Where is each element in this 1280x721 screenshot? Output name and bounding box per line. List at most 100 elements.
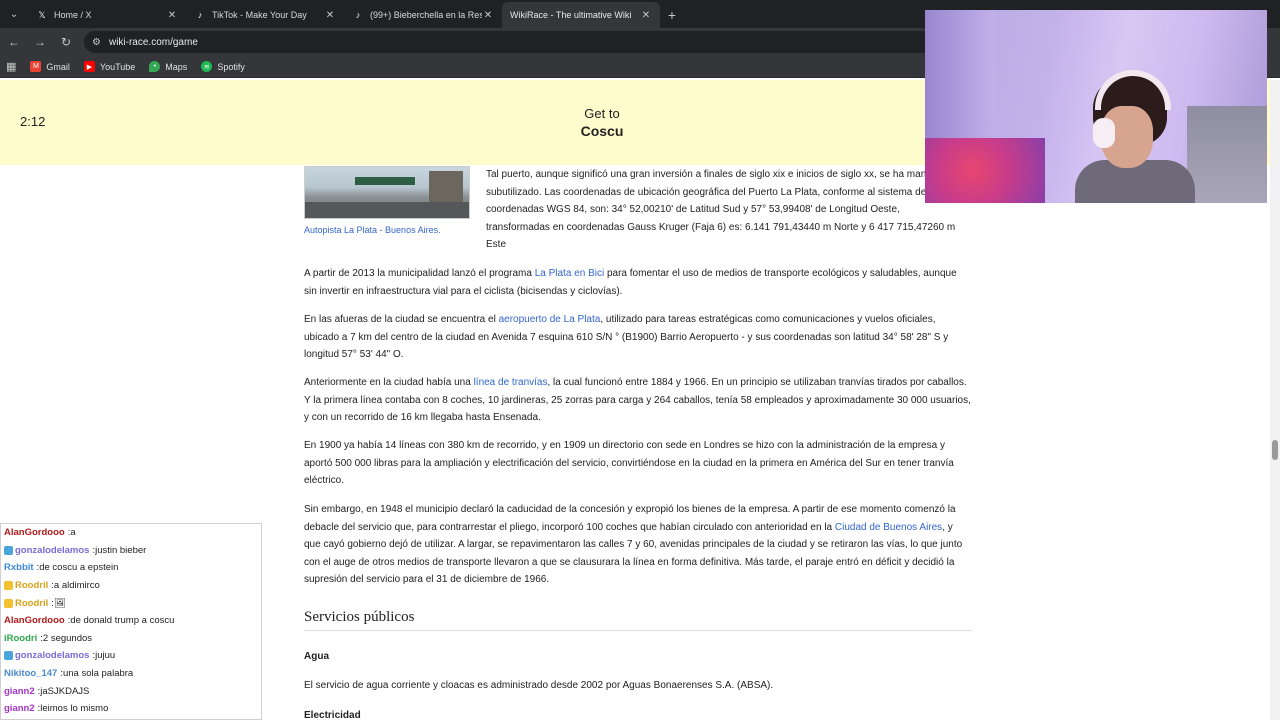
bookmark-gmail[interactable]: M Gmail [30,61,70,72]
tab-title: Home / X [54,10,92,20]
chat-message: giann2: leimos lo mismo [1,700,261,718]
chat-username[interactable]: AlanGordooo [4,527,65,538]
chat-message: giann2: jaSJKDAJS [1,682,261,700]
article-paragraph: En las afueras de la ciudad se encuentra… [304,311,972,364]
chat-username[interactable]: gonzalodelamos [15,545,89,556]
site-info-icon[interactable]: ⚙ [92,37,101,48]
article-image[interactable] [304,166,470,219]
youtube-icon: ▶ [83,61,95,72]
spotify-icon: ≋ [201,61,213,72]
article-paragraph: A partir de 2013 la municipalidad lanzó … [304,265,972,300]
tiktok-icon: ♪ [197,10,203,20]
forward-arrow-icon[interactable]: → [28,30,52,54]
chat-username[interactable]: giann2 [4,686,35,697]
x-logo-icon: 𝕏 [38,9,46,20]
close-icon[interactable]: ✕ [640,10,652,21]
chat-message: AlanGordooo: de donald trump a coscu [1,612,261,630]
chat-username[interactable]: Roodril [15,580,48,591]
chat-text: de coscu a epstein [39,562,119,574]
bookmark-youtube[interactable]: ▶ YouTube [83,61,136,72]
bookmark-label: Maps [165,61,188,72]
tiktok-icon: ♪ [355,10,361,20]
address-bar[interactable]: ⚙ wiki-race.com/game [84,31,944,53]
chat-username[interactable]: AlanGordooo [4,615,65,626]
webcam-pillow [925,138,1045,203]
close-icon[interactable]: ✕ [324,10,336,21]
target-article: Get to Coscu [540,106,664,139]
chat-username[interactable]: iRoodri [4,633,37,644]
maps-pin-icon: • [149,61,161,72]
chat-username[interactable]: Roodril [15,598,48,609]
close-icon[interactable]: ✕ [166,10,178,21]
close-icon[interactable]: ✕ [482,10,494,21]
image-road-sign [355,177,415,185]
apps-grid-icon[interactable]: ▦ [6,60,16,73]
headset-icon [1095,70,1171,110]
gmail-icon: M [30,61,42,72]
article-paragraph: El servicio de agua corriente y cloacas … [304,680,774,691]
article-intro-paragraph: Tal puerto, aunque significó una gran in… [486,169,956,250]
chat-badge-icon [4,581,13,591]
article-link[interactable]: La Plata en Bici [535,268,605,279]
chat-username[interactable]: giann2 [4,703,35,714]
paragraph-text: En 1900 ya había 14 líneas con 380 km de… [304,440,954,486]
chat-message: AlanGordooo: a [1,524,261,542]
tab-wikirace[interactable]: WikiRace - The ultimative Wiki ✕ [502,2,660,28]
chat-badge-icon [4,651,13,661]
new-tab-button[interactable]: + [660,2,684,28]
tab-title: TikTok - Make Your Day [212,10,307,20]
scrollbar-thumb[interactable] [1272,440,1278,460]
article-paragraph: Sin embargo, en 1948 el municipio declar… [304,501,972,589]
tab-home-x[interactable]: 𝕏 Home / X ✕ [28,2,186,28]
headset-earcup [1093,118,1115,148]
game-timer: 2:12 [20,114,46,129]
webcam-chair [1187,106,1267,203]
chat-message: iRoodri: 2 segundos [1,630,261,648]
chat-text: a aldimirco [53,580,100,592]
tab-tiktok-bieberchella[interactable]: ♪ (99+) Bieberchella en la Residen ✕ [344,2,502,28]
tab-tiktok[interactable]: ♪ TikTok - Make Your Day ✕ [186,2,344,28]
chat-message: Roodril: 🖼 [1,594,261,612]
bookmark-label: Gmail [46,61,70,72]
stream-chat-overlay: AlanGordooo: a gonzalodelamos: justin bie… [0,523,262,720]
article-link[interactable]: aeropuerto de La Plata [499,314,601,325]
tab-search-icon[interactable]: ⌄ [0,0,28,28]
back-arrow-icon[interactable]: ← [2,30,26,54]
article-link[interactable]: Ciudad de Buenos Aires [835,522,942,533]
chat-message: Roodril: a aldimirco [1,577,261,595]
paragraph-text: En las afueras de la ciudad se encuentra… [304,314,499,325]
subsection-heading: Electricidad [304,710,361,721]
chat-message: Rxbbit: de coscu a epstein [1,559,261,577]
image-road [305,202,469,218]
chat-text: jaSJKDAJS [40,685,90,697]
chat-message: Nikitoo_147: una sola palabra [1,665,261,683]
chat-badge-icon [4,545,13,555]
subsection-heading: Agua [304,651,329,662]
chat-message: gonzalodelamos: jujuu [1,647,261,665]
tab-title: WikiRace - The ultimative Wiki [510,10,632,20]
url-text: wiki-race.com/game [108,36,198,48]
bookmark-spotify[interactable]: ≋ Spotify [201,61,245,72]
chat-text: jujuu [95,650,116,662]
image-caption[interactable]: Autopista La Plata - Buenos Aires. [304,223,474,237]
chat-username[interactable]: Nikitoo_147 [4,668,57,679]
chat-text: justin bieber [95,544,147,556]
bookmark-label: YouTube [99,61,136,72]
target-prefix: Get to [584,106,620,121]
webcam-overlay [925,10,1267,203]
chat-username[interactable]: Rxbbit [4,562,34,573]
chat-text: de donald trump a coscu [70,615,175,627]
chat-text: 2 segundos [42,632,93,644]
target-name: Coscu [580,123,624,139]
section-heading: Servicios públicos [304,609,972,631]
chat-username[interactable]: gonzalodelamos [15,650,89,661]
bookmark-label: Spotify [217,61,245,72]
page-scrollbar[interactable] [1270,80,1280,720]
reload-icon[interactable]: ↻ [54,30,78,54]
bookmark-maps[interactable]: • Maps [149,61,187,72]
chat-text: leimos lo mismo [40,703,109,715]
paragraph-text: A partir de 2013 la municipalidad lanzó … [304,268,535,279]
article-paragraph: En 1900 ya había 14 líneas con 380 km de… [304,437,972,490]
article-link[interactable]: línea de tranvías [474,377,548,388]
chat-message: gonzalodelamos: justin bieber [1,542,261,560]
